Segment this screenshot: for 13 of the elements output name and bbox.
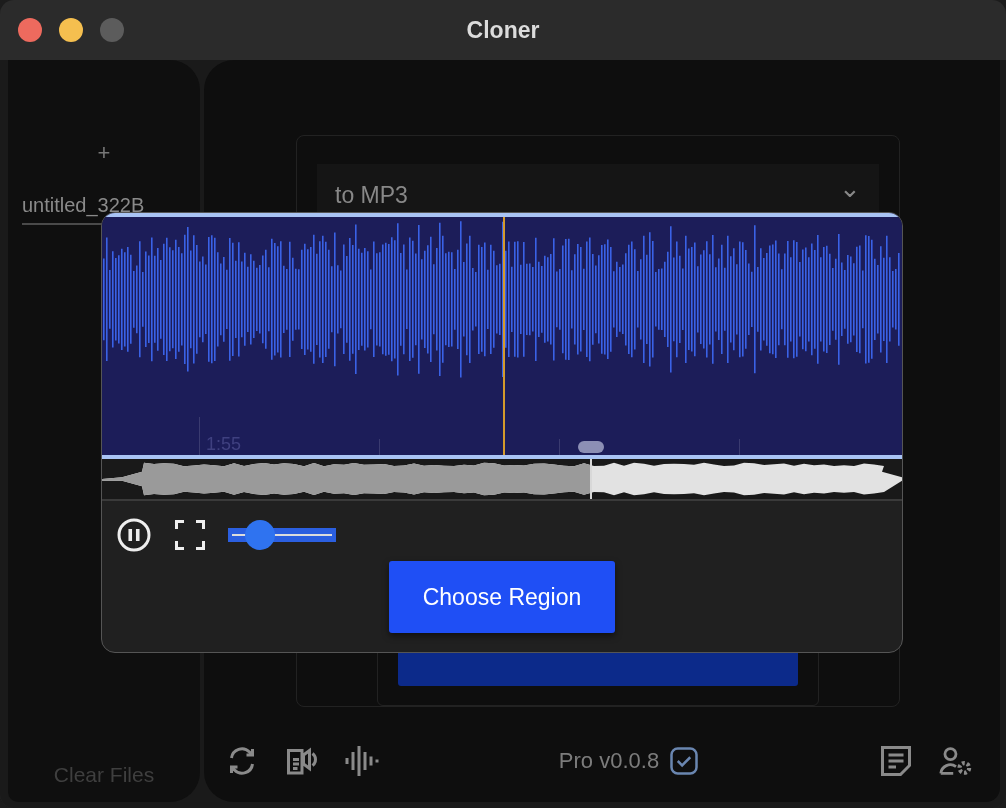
note-icon[interactable] [878, 743, 914, 779]
version-label: Pro v0.0.8 [558, 748, 660, 774]
window-title: Cloner [466, 16, 540, 44]
zoom-slider[interactable] [228, 520, 336, 550]
scroll-handle[interactable] [578, 441, 604, 453]
close-button[interactable] [18, 18, 42, 42]
waveform-icon[interactable] [344, 743, 380, 779]
overview-waveform[interactable] [102, 459, 902, 501]
minimize-button[interactable] [59, 18, 83, 42]
fullscreen-icon[interactable] [172, 517, 208, 553]
pause-icon[interactable] [116, 517, 152, 553]
choose-region-button[interactable]: Choose Region [389, 561, 615, 633]
add-file-button[interactable]: + [97, 140, 111, 166]
